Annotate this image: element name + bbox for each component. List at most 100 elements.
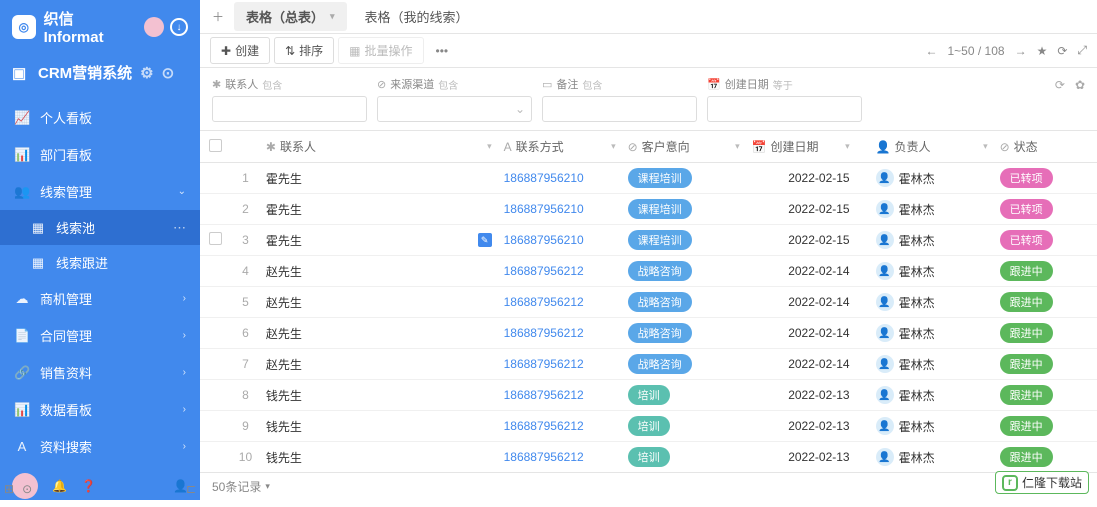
dot-icon[interactable]: ⊙	[22, 482, 32, 496]
tabs-bar: ＋ 表格（总表）▾表格（我的线索）	[200, 0, 1097, 34]
nav-label: 销售资料	[40, 363, 92, 382]
sidebar-item[interactable]: 📊数据看板›	[0, 391, 200, 428]
contact-name: 钱先生	[266, 418, 302, 435]
next-page-icon[interactable]: →	[1015, 44, 1027, 58]
table-row[interactable]: 1 霍先生 186887956210 课程培训 2022-02-15 👤霍林杰 …	[200, 163, 1097, 194]
expand-icon[interactable]: ⤢	[1077, 43, 1087, 58]
chevron-down-icon[interactable]: ▾	[611, 141, 616, 152]
intent-chip: 课程培训	[628, 230, 692, 250]
sidebar-item[interactable]: ☁商机管理›	[0, 280, 200, 317]
filter-label: 创建日期	[725, 76, 769, 92]
add-tab-button[interactable]: ＋	[208, 7, 228, 27]
tab[interactable]: 表格（我的线索）	[353, 2, 481, 31]
nav-label: 资料搜索	[40, 437, 92, 456]
select-all-checkbox[interactable]	[209, 139, 222, 152]
owner-name: 霍林杰	[899, 449, 935, 466]
col-phone: 联系方式	[516, 138, 564, 155]
nav-label: 商机管理	[40, 289, 92, 308]
phone-link[interactable]: 186887956210	[504, 233, 584, 247]
phone-link[interactable]: 186887956212	[504, 450, 584, 464]
chevron-down-icon[interactable]: ▾	[845, 141, 850, 152]
create-button[interactable]: ✚创建	[210, 37, 270, 64]
row-index: 8	[231, 380, 260, 411]
brand-logo-icon: ◎	[12, 15, 36, 39]
calendar-icon: 📅	[752, 140, 767, 154]
owner-name: 霍林杰	[899, 263, 935, 280]
prev-page-icon[interactable]: ←	[926, 44, 938, 58]
tab[interactable]: 表格（总表）▾	[234, 2, 347, 31]
row-checkbox[interactable]	[209, 232, 222, 245]
phone-link[interactable]: 186887956212	[504, 264, 584, 278]
table-row[interactable]: 3 霍先生✎ 186887956210 课程培训 2022-02-15 👤霍林杰…	[200, 225, 1097, 256]
filter-icon: ⊘	[377, 78, 386, 91]
table-row[interactable]: 7 赵先生 186887956212 战略咨询 2022-02-14 👤霍林杰 …	[200, 349, 1097, 380]
owner-name: 霍林杰	[899, 294, 935, 311]
row-index: 2	[231, 194, 260, 225]
chevron-down-icon[interactable]: ▾	[330, 11, 335, 22]
sidebar-item[interactable]: A资料搜索›	[0, 428, 200, 465]
sidebar-item[interactable]: 📈个人看板	[0, 99, 200, 136]
table: ✱联系人▾ A联系方式▾ ⊘客户意向▾ 📅创建日期▾ 👤负责人▾ ⊘状态 1 霍…	[200, 131, 1097, 472]
toolbar: ✚创建 ⇅排序 ▦批量操作 ••• ← 1~50 / 108 → ★ ⟳ ⤢	[200, 34, 1097, 68]
phone-link[interactable]: 186887956212	[504, 326, 584, 340]
row-index: 7	[231, 349, 260, 380]
filter-refresh-icon[interactable]: ⟳	[1055, 78, 1065, 92]
filter: ⊘来源渠道包含⌄	[377, 76, 532, 122]
table-row[interactable]: 5 赵先生 186887956212 战略咨询 2022-02-14 👤霍林杰 …	[200, 287, 1097, 318]
brand: ◎ 织信 Informat ↓	[0, 0, 200, 54]
sidebar-item[interactable]: 🔗销售资料›	[0, 354, 200, 391]
more-icon[interactable]: ⋯	[173, 220, 186, 236]
filter-op: 包含	[438, 77, 458, 92]
grid-icon[interactable]: ⊞	[4, 482, 14, 496]
more-button[interactable]: •••	[428, 40, 457, 62]
sidebar-item[interactable]: 📄合同管理›	[0, 317, 200, 354]
date-cell: 2022-02-13	[746, 442, 870, 473]
star-icon: ✱	[266, 140, 276, 154]
person-icon: A	[504, 140, 512, 154]
table-row[interactable]: 10 钱先生 186887956212 培训 2022-02-13 👤霍林杰 跟…	[200, 442, 1097, 473]
table-row[interactable]: 4 赵先生 186887956212 战略咨询 2022-02-14 👤霍林杰 …	[200, 256, 1097, 287]
sidebar-item[interactable]: 👥线索管理⌄	[0, 173, 200, 210]
chevron-down-icon[interactable]: ▾	[265, 481, 270, 492]
table-row[interactable]: 8 钱先生 186887956212 培训 2022-02-13 👤霍林杰 跟进…	[200, 380, 1097, 411]
plus-icon: ✚	[221, 44, 231, 58]
bell-icon[interactable]: 🔔	[52, 479, 67, 493]
filter-settings-icon[interactable]: ✿	[1075, 78, 1085, 92]
table-row[interactable]: 2 霍先生 186887956210 课程培训 2022-02-15 👤霍林杰 …	[200, 194, 1097, 225]
system-title-text: CRM营销系统	[38, 62, 132, 83]
gear-icon[interactable]: ⚙	[140, 64, 153, 82]
row-index: 6	[231, 318, 260, 349]
phone-link[interactable]: 186887956212	[504, 357, 584, 371]
contact-name: 钱先生	[266, 449, 302, 466]
phone-link[interactable]: 186887956212	[504, 388, 584, 402]
sort-button[interactable]: ⇅排序	[274, 37, 334, 64]
nav-label: 线索管理	[40, 182, 92, 201]
sidebar-subitem[interactable]: ▦线索跟进	[0, 245, 200, 280]
table-row[interactable]: 6 赵先生 186887956212 战略咨询 2022-02-14 👤霍林杰 …	[200, 318, 1097, 349]
phone-link[interactable]: 186887956212	[504, 419, 584, 433]
chevron-down-icon[interactable]: ▾	[983, 141, 988, 152]
edit-icon[interactable]: ✎	[478, 233, 492, 247]
phone-link[interactable]: 186887956212	[504, 295, 584, 309]
filter-input[interactable]: ⌄	[377, 96, 532, 122]
collapse-sidebar-icon[interactable]: ⊏	[186, 482, 196, 496]
contact-name: 赵先生	[266, 263, 302, 280]
sidebar-item[interactable]: 📊部门看板	[0, 136, 200, 173]
download-icon[interactable]: ↓	[170, 18, 188, 36]
target-icon[interactable]: ⊙	[162, 64, 175, 82]
filter-input[interactable]	[707, 96, 862, 122]
filter-input[interactable]	[212, 96, 367, 122]
chevron-down-icon[interactable]: ▾	[735, 141, 740, 152]
user-avatar-icon[interactable]	[144, 17, 164, 37]
batch-button[interactable]: ▦批量操作	[338, 37, 423, 64]
phone-link[interactable]: 186887956210	[504, 202, 584, 216]
sidebar-subitem[interactable]: ▦线索池⋯	[0, 210, 200, 245]
filter-input[interactable]	[542, 96, 697, 122]
star-icon[interactable]: ★	[1037, 44, 1048, 58]
table-row[interactable]: 9 钱先生 186887956212 培训 2022-02-13 👤霍林杰 跟进…	[200, 411, 1097, 442]
refresh-icon[interactable]: ⟳	[1057, 44, 1067, 58]
col-status: 状态	[1014, 138, 1038, 155]
chevron-down-icon[interactable]: ▾	[487, 141, 492, 152]
phone-link[interactable]: 186887956210	[504, 171, 584, 185]
help-icon[interactable]: ❓	[81, 479, 96, 493]
